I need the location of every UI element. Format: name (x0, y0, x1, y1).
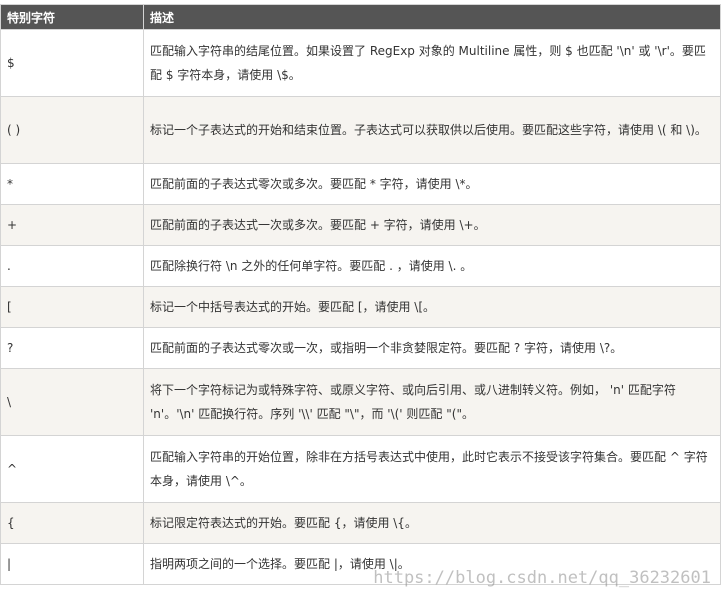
special-char-cell: + (0, 204, 144, 246)
table-row: * 匹配前面的子表达式零次或多次。要匹配 * 字符，请使用 \*。 (0, 163, 721, 205)
description-cell: 标记一个中括号表达式的开始。要匹配 [，请使用 \[。 (143, 286, 721, 328)
table-row: ? 匹配前面的子表达式零次或一次，或指明一个非贪婪限定符。要匹配 ? 字符，请使… (0, 327, 721, 369)
table-row: . 匹配除换行符 \n 之外的任何单字符。要匹配 . ，请使用 \. 。 (0, 245, 721, 287)
description-cell: 匹配输入字符串的结尾位置。如果设置了 RegExp 对象的 Multiline … (143, 29, 721, 97)
special-char-cell: . (0, 245, 144, 287)
regex-special-chars-table: 特别字符 描述 $ 匹配输入字符串的结尾位置。如果设置了 RegExp 对象的 … (0, 4, 721, 585)
table-row: ^ 匹配输入字符串的开始位置，除非在方括号表达式中使用，此时它表示不接受该字符集… (0, 435, 721, 503)
special-char-cell: $ (0, 29, 144, 97)
description-cell: 将下一个字符标记为或特殊字符、或原义字符、或向后引用、或八进制转义符。例如， '… (143, 368, 721, 436)
special-char-cell: { (0, 502, 144, 544)
table-row: [ 标记一个中括号表达式的开始。要匹配 [，请使用 \[。 (0, 286, 721, 328)
header-description: 描述 (143, 4, 721, 30)
table-row: $ 匹配输入字符串的结尾位置。如果设置了 RegExp 对象的 Multilin… (0, 29, 721, 97)
special-char-cell: ^ (0, 435, 144, 503)
description-cell: 匹配除换行符 \n 之外的任何单字符。要匹配 . ，请使用 \. 。 (143, 245, 721, 287)
special-char-cell: | (0, 543, 144, 585)
description-cell: 标记一个子表达式的开始和结束位置。子表达式可以获取供以后使用。要匹配这些字符，请… (143, 96, 721, 164)
special-char-cell: * (0, 163, 144, 205)
description-cell: 匹配前面的子表达式一次或多次。要匹配 + 字符，请使用 \+。 (143, 204, 721, 246)
description-cell: 标记限定符表达式的开始。要匹配 {，请使用 \{。 (143, 502, 721, 544)
table-header-row: 特别字符 描述 (0, 4, 721, 30)
special-char-cell: \ (0, 368, 144, 436)
description-cell: 匹配前面的子表达式零次或一次，或指明一个非贪婪限定符。要匹配 ? 字符，请使用 … (143, 327, 721, 369)
special-char-cell: ( ) (0, 96, 144, 164)
table-row: + 匹配前面的子表达式一次或多次。要匹配 + 字符，请使用 \+。 (0, 204, 721, 246)
special-char-cell: [ (0, 286, 144, 328)
description-cell: 匹配输入字符串的开始位置，除非在方括号表达式中使用，此时它表示不接受该字符集合。… (143, 435, 721, 503)
table-row: { 标记限定符表达式的开始。要匹配 {，请使用 \{。 (0, 502, 721, 544)
table-row: \ 将下一个字符标记为或特殊字符、或原义字符、或向后引用、或八进制转义符。例如，… (0, 368, 721, 436)
header-special-char: 特别字符 (0, 4, 144, 30)
table-row: ( ) 标记一个子表达式的开始和结束位置。子表达式可以获取供以后使用。要匹配这些… (0, 96, 721, 164)
watermark: https://blog.csdn.net/qq_36232601 (373, 568, 711, 588)
description-cell: 匹配前面的子表达式零次或多次。要匹配 * 字符，请使用 \*。 (143, 163, 721, 205)
special-char-cell: ? (0, 327, 144, 369)
